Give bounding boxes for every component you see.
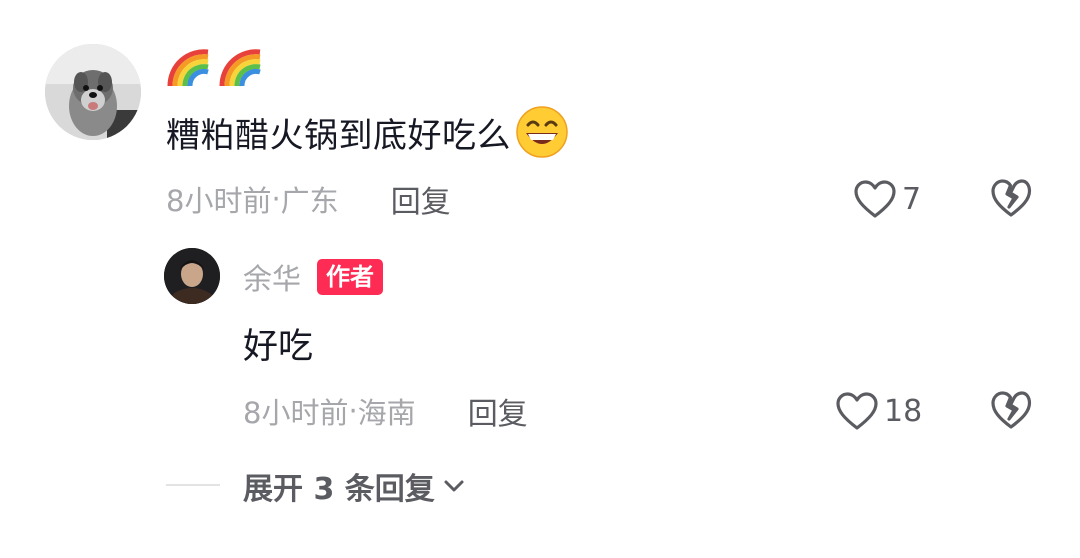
author-portrait-avatar-icon (164, 248, 220, 304)
like-count: 18 (884, 393, 923, 429)
reply-button[interactable]: 回复 (468, 389, 528, 433)
reply-time: 8小时前 (243, 396, 349, 430)
comment-text: 糟粕醋火锅到底好吃么 (166, 115, 511, 156)
author-name[interactable]: 余华 (243, 256, 301, 298)
heart-outline-icon (854, 180, 896, 218)
comment-body: 糟粕醋火锅到底好吃么 (166, 104, 569, 160)
comment-meta: 8小时前 · 广东 回复 (166, 176, 451, 222)
chevron-down-icon (444, 480, 464, 492)
reply-button[interactable]: 回复 (391, 177, 451, 221)
like-count: 7 (902, 181, 922, 217)
schnauzer-dog-avatar-icon (45, 44, 141, 140)
expand-replies-label: 展开 3 条回复 (243, 472, 435, 507)
reply-header: 余华 作者 (243, 256, 384, 298)
rainbow-icon (167, 49, 209, 87)
grinning-face-icon (516, 106, 568, 158)
broken-heart-icon[interactable] (989, 389, 1033, 431)
comment-time: 8小时前 (166, 184, 272, 218)
meta-separator: · (348, 394, 358, 428)
expand-replies-button[interactable]: 展开 3 条回复 (243, 464, 465, 508)
reply-text: 好吃 (243, 327, 314, 367)
reply-meta: 8小时前 · 海南 回复 (243, 388, 528, 434)
author-badge: 作者 (317, 259, 384, 295)
like-button[interactable]: 18 (834, 389, 922, 433)
broken-heart-icon[interactable] (989, 177, 1033, 219)
comment-location: 广东 (280, 184, 339, 218)
commenter-avatar[interactable] (45, 44, 141, 140)
reply-location: 海南 (357, 396, 416, 430)
comment-emoji-line (166, 44, 264, 90)
meta-separator: · (271, 182, 281, 216)
divider-line (166, 484, 220, 486)
heart-outline-icon (836, 392, 878, 430)
rainbow-icon (219, 49, 261, 87)
author-avatar[interactable] (164, 248, 220, 304)
like-button[interactable]: 7 (852, 177, 921, 221)
